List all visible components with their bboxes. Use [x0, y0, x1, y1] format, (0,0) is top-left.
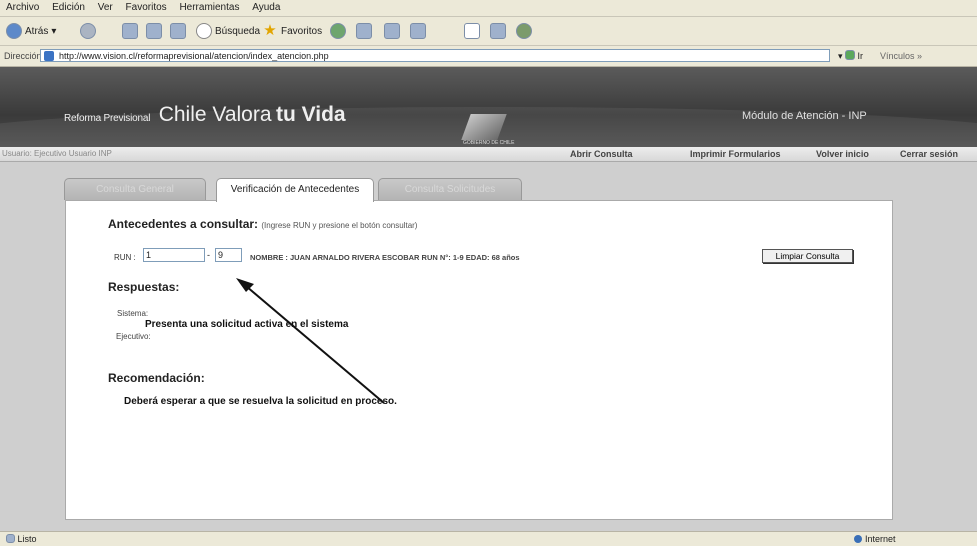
zone-indicator: Internet [854, 534, 896, 544]
menu-herramientas[interactable]: Herramientas [179, 2, 239, 13]
person-info: NOMBRE : JUAN ARNALDO RIVERA ESCOBAR RUN… [250, 253, 520, 262]
home-button[interactable] [170, 22, 186, 40]
limpiar-consulta-button[interactable]: Limpiar Consulta [762, 249, 853, 263]
research-icon [490, 23, 506, 39]
sistema-label: Sistema: [117, 309, 149, 318]
messenger-button[interactable] [516, 22, 532, 40]
menu-favoritos[interactable]: Favoritos [126, 2, 167, 13]
search-button[interactable]: Búsqueda [196, 22, 260, 40]
address-url: http://www.vision.cl/reformaprevisional/… [59, 51, 329, 61]
internet-globe-icon [854, 535, 862, 543]
refresh-button[interactable] [146, 22, 162, 40]
links-toolbar[interactable]: Vínculos » [880, 51, 922, 61]
dv-input[interactable]: 9 [215, 248, 242, 262]
mail-icon [356, 23, 372, 39]
page-icon [464, 23, 480, 39]
mail-button[interactable] [356, 22, 372, 40]
sistema-response: Presenta una solicitud activa en el sist… [145, 319, 349, 330]
antecedentes-hint: (Ingrese RUN y presione el botón consult… [261, 221, 418, 230]
run-input[interactable]: 1 [143, 248, 205, 262]
tab-consulta-solicitudes[interactable]: Consulta Solicitudes [378, 178, 522, 200]
print-icon [384, 23, 400, 39]
tab-consulta-general[interactable]: Consulta General [64, 178, 206, 200]
browser-toolbar: Atrás ▾ Búsqueda ★ Favoritos [0, 17, 977, 46]
menu-bar: Archivo Edición Ver Favoritos Herramient… [0, 0, 977, 17]
back-button[interactable]: Atrás ▾ [6, 22, 56, 40]
status-bar: Listo Internet [0, 531, 977, 546]
research-button[interactable] [490, 22, 506, 40]
forward-arrow-icon [80, 23, 96, 39]
history-icon [330, 23, 346, 39]
nav-imprimir-formularios[interactable]: Imprimir Formularios [690, 149, 781, 159]
page-status-icon [6, 534, 15, 543]
address-label: Dirección [4, 51, 42, 61]
site-logo: Reforma Previsional Chile Valora tu Vida [64, 103, 346, 126]
recomendacion-heading: Recomendación: [108, 371, 205, 385]
forward-button[interactable] [80, 22, 96, 40]
gobierno-text: GOBIERNO DE CHILE [463, 140, 515, 146]
menu-archivo[interactable]: Archivo [6, 2, 39, 13]
stop-icon [122, 23, 138, 39]
nav-cerrar-sesion[interactable]: Cerrar sesión [900, 149, 958, 159]
nav-volver-inicio[interactable]: Volver inicio [816, 149, 869, 159]
messenger-icon [516, 23, 532, 39]
discuss-button[interactable] [464, 22, 480, 40]
recomendacion-text: Deberá esperar a que se resuelva la soli… [124, 396, 397, 407]
edit-icon [410, 23, 426, 39]
run-label: RUN : [114, 253, 136, 262]
user-info: Usuario: Ejecutivo Usuario INP [2, 149, 112, 158]
favorites-button[interactable]: ★ Favoritos [262, 22, 322, 40]
search-icon [196, 23, 212, 39]
antecedentes-heading: Antecedentes a consultar: (Ingrese RUN y… [108, 217, 418, 231]
nav-abrir-consulta[interactable]: Abrir Consulta [570, 149, 633, 159]
go-button[interactable]: ▾ Ir [838, 50, 863, 62]
star-icon: ★ [263, 22, 277, 39]
refresh-icon [146, 23, 162, 39]
address-field[interactable]: http://www.vision.cl/reformaprevisional/… [40, 49, 830, 62]
stop-button[interactable] [122, 22, 138, 40]
edit-button[interactable] [410, 22, 426, 40]
respuestas-heading: Respuestas: [108, 280, 180, 294]
status-text: Listo [6, 534, 37, 544]
menu-ver[interactable]: Ver [98, 2, 113, 13]
module-title: Módulo de Atención - INP [742, 110, 867, 122]
back-arrow-icon [6, 23, 22, 39]
address-bar: Dirección http://www.vision.cl/reformapr… [0, 46, 977, 67]
run-dash: - [207, 250, 210, 260]
tab-verificacion-antecedentes[interactable]: Verificación de Antecedentes [216, 178, 374, 202]
nav-bar: Usuario: Ejecutivo Usuario INP Abrir Con… [0, 147, 977, 162]
home-icon [170, 23, 186, 39]
history-button[interactable] [330, 22, 346, 40]
menu-edicion[interactable]: Edición [52, 2, 85, 13]
ejecutivo-label: Ejecutivo: [116, 332, 151, 341]
ie-page-icon [44, 51, 54, 61]
print-button[interactable] [384, 22, 400, 40]
go-arrow-icon [845, 50, 856, 60]
menu-ayuda[interactable]: Ayuda [252, 2, 280, 13]
